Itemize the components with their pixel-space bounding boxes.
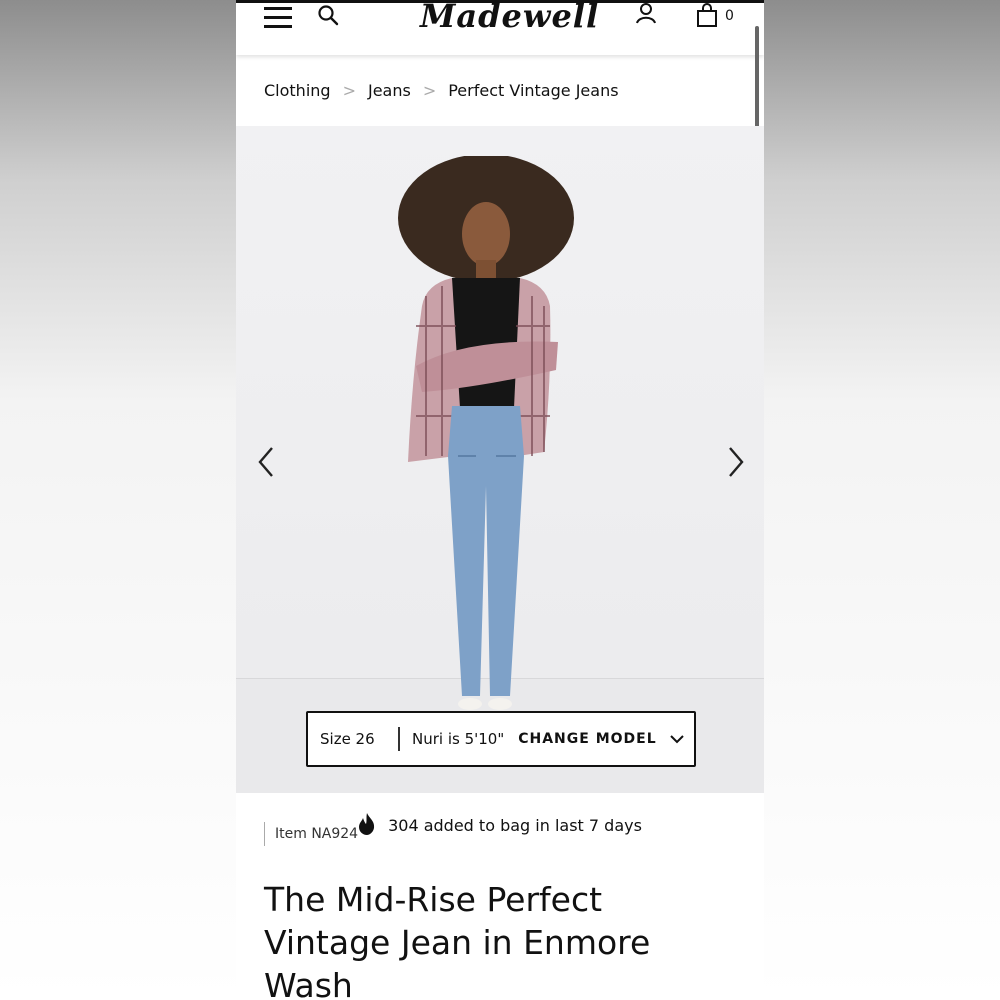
model-height: Nuri is 5'10" <box>412 730 505 748</box>
breadcrumb-clothing[interactable]: Clothing <box>264 81 331 100</box>
model-size: Size 26 <box>320 730 375 748</box>
product-title: The Mid-Rise Perfect Vintage Jean in Enm… <box>264 880 651 1000</box>
bar-divider <box>398 727 400 751</box>
account-icon[interactable] <box>634 1 658 25</box>
chevron-down-icon[interactable] <box>669 733 685 745</box>
chevron-right-icon[interactable] <box>722 442 750 482</box>
breadcrumb-separator: > <box>342 80 356 100</box>
item-info-row: Item NA924 304 added to bag in last 7 da… <box>264 812 642 846</box>
item-number: Item NA924 <box>275 826 359 842</box>
menu-icon[interactable] <box>264 7 292 29</box>
flame-icon <box>359 813 375 835</box>
phone-screen: Madewell 0 Clothing > Jeans > Perfect Vi… <box>236 0 764 1000</box>
bag-activity-text: 304 added to bag in last 7 days <box>388 816 642 835</box>
breadcrumb-separator: > <box>422 80 437 100</box>
breadcrumb-jeans[interactable]: Jeans <box>368 81 411 100</box>
product-image-gallery[interactable]: Size 26 Nuri is 5'10" CHANGE MODEL <box>236 126 764 793</box>
chevron-left-icon[interactable] <box>252 442 280 482</box>
bag-icon[interactable] <box>696 3 718 27</box>
search-icon[interactable] <box>316 3 340 27</box>
breadcrumb-perfect-vintage-jeans[interactable]: Perfect Vintage Jeans <box>448 81 618 100</box>
item-divider <box>264 822 265 846</box>
change-model-button[interactable]: CHANGE MODEL <box>518 731 656 747</box>
model-info-bar[interactable]: Size 26 Nuri is 5'10" CHANGE MODEL <box>306 711 696 767</box>
madewell-logo[interactable]: Madewell <box>420 0 599 35</box>
breadcrumb: Clothing > Jeans > Perfect Vintage Jeans <box>264 78 619 102</box>
site-header: Madewell 0 <box>236 0 764 55</box>
model-photo <box>398 156 574 710</box>
bag-count[interactable]: 0 <box>725 8 734 24</box>
